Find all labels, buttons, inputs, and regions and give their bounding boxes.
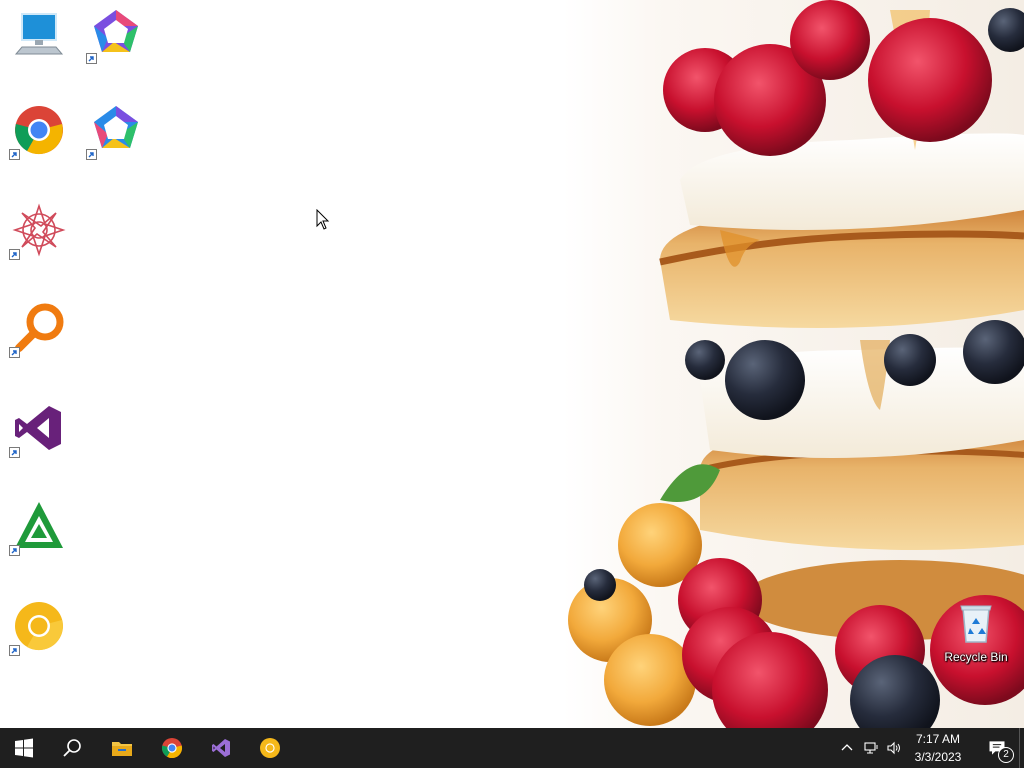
start-button[interactable] xyxy=(0,728,48,768)
show-desktop-button[interactable] xyxy=(1019,728,1024,768)
shortcut-arrow-icon xyxy=(9,149,20,160)
chrome-taskbar-icon xyxy=(161,738,183,759)
chrome-button[interactable] xyxy=(148,728,196,768)
clock-time: 7:17 AM xyxy=(915,732,961,746)
network-icon xyxy=(864,742,878,754)
action-center-button[interactable]: 2 xyxy=(978,728,1016,768)
volume-button[interactable] xyxy=(884,728,904,768)
chrome-desktop-icon[interactable] xyxy=(7,98,71,162)
pancake-stack-illustration xyxy=(568,0,1024,728)
shortcut-arrow-icon xyxy=(86,149,97,160)
network-button[interactable] xyxy=(860,728,882,768)
search-magnifier-app-desktop-icon[interactable] xyxy=(7,296,71,360)
search-button[interactable] xyxy=(48,728,96,768)
visual-studio-button[interactable] xyxy=(197,728,245,768)
chrome-canary-button[interactable] xyxy=(246,728,294,768)
shortcut-arrow-icon xyxy=(9,645,20,656)
taskbar: 7:17 AM 3/3/2023 2 xyxy=(0,728,1024,768)
app-pentagon-desktop-icon-1[interactable] xyxy=(84,2,148,66)
folder-icon xyxy=(112,742,132,756)
file-explorer-button[interactable] xyxy=(98,728,146,768)
chrome-canary-desktop-icon[interactable] xyxy=(7,594,71,658)
chevron-up-icon xyxy=(841,744,853,751)
clock[interactable]: 7:17 AM 3/3/2023 xyxy=(904,728,972,768)
mouse-cursor-icon xyxy=(316,209,330,230)
chrome-canary-taskbar-icon xyxy=(260,738,280,758)
shortcut-arrow-icon xyxy=(9,447,20,458)
clock-date: 3/3/2023 xyxy=(914,750,962,764)
shortcut-arrow-icon xyxy=(9,347,20,358)
app-pentagon-desktop-icon-2[interactable] xyxy=(84,98,148,162)
notification-count-badge: 2 xyxy=(998,747,1014,763)
shortcut-arrow-icon xyxy=(9,545,20,556)
shortcut-arrow-icon xyxy=(86,53,97,64)
mandala-app-desktop-icon[interactable] xyxy=(7,198,71,262)
speaker-icon xyxy=(887,741,900,755)
green-triangle-app-desktop-icon[interactable] xyxy=(7,494,71,558)
windows-logo-icon xyxy=(15,738,33,758)
this-pc-desktop-icon[interactable] xyxy=(8,2,72,66)
recycle-bin-desktop-icon[interactable]: Recycle Bin xyxy=(940,600,1012,664)
recycle-bin-label: Recycle Bin xyxy=(944,650,1008,664)
recycle-bin-icon xyxy=(960,605,992,643)
shortcut-arrow-icon xyxy=(9,249,20,260)
visual-studio-taskbar-icon xyxy=(212,739,230,757)
show-hidden-icons-button[interactable] xyxy=(838,728,856,768)
search-icon xyxy=(63,739,81,757)
this-pc-icon xyxy=(14,13,64,55)
desktop-wallpaper xyxy=(0,0,1024,728)
visual-studio-desktop-icon[interactable] xyxy=(7,396,71,460)
